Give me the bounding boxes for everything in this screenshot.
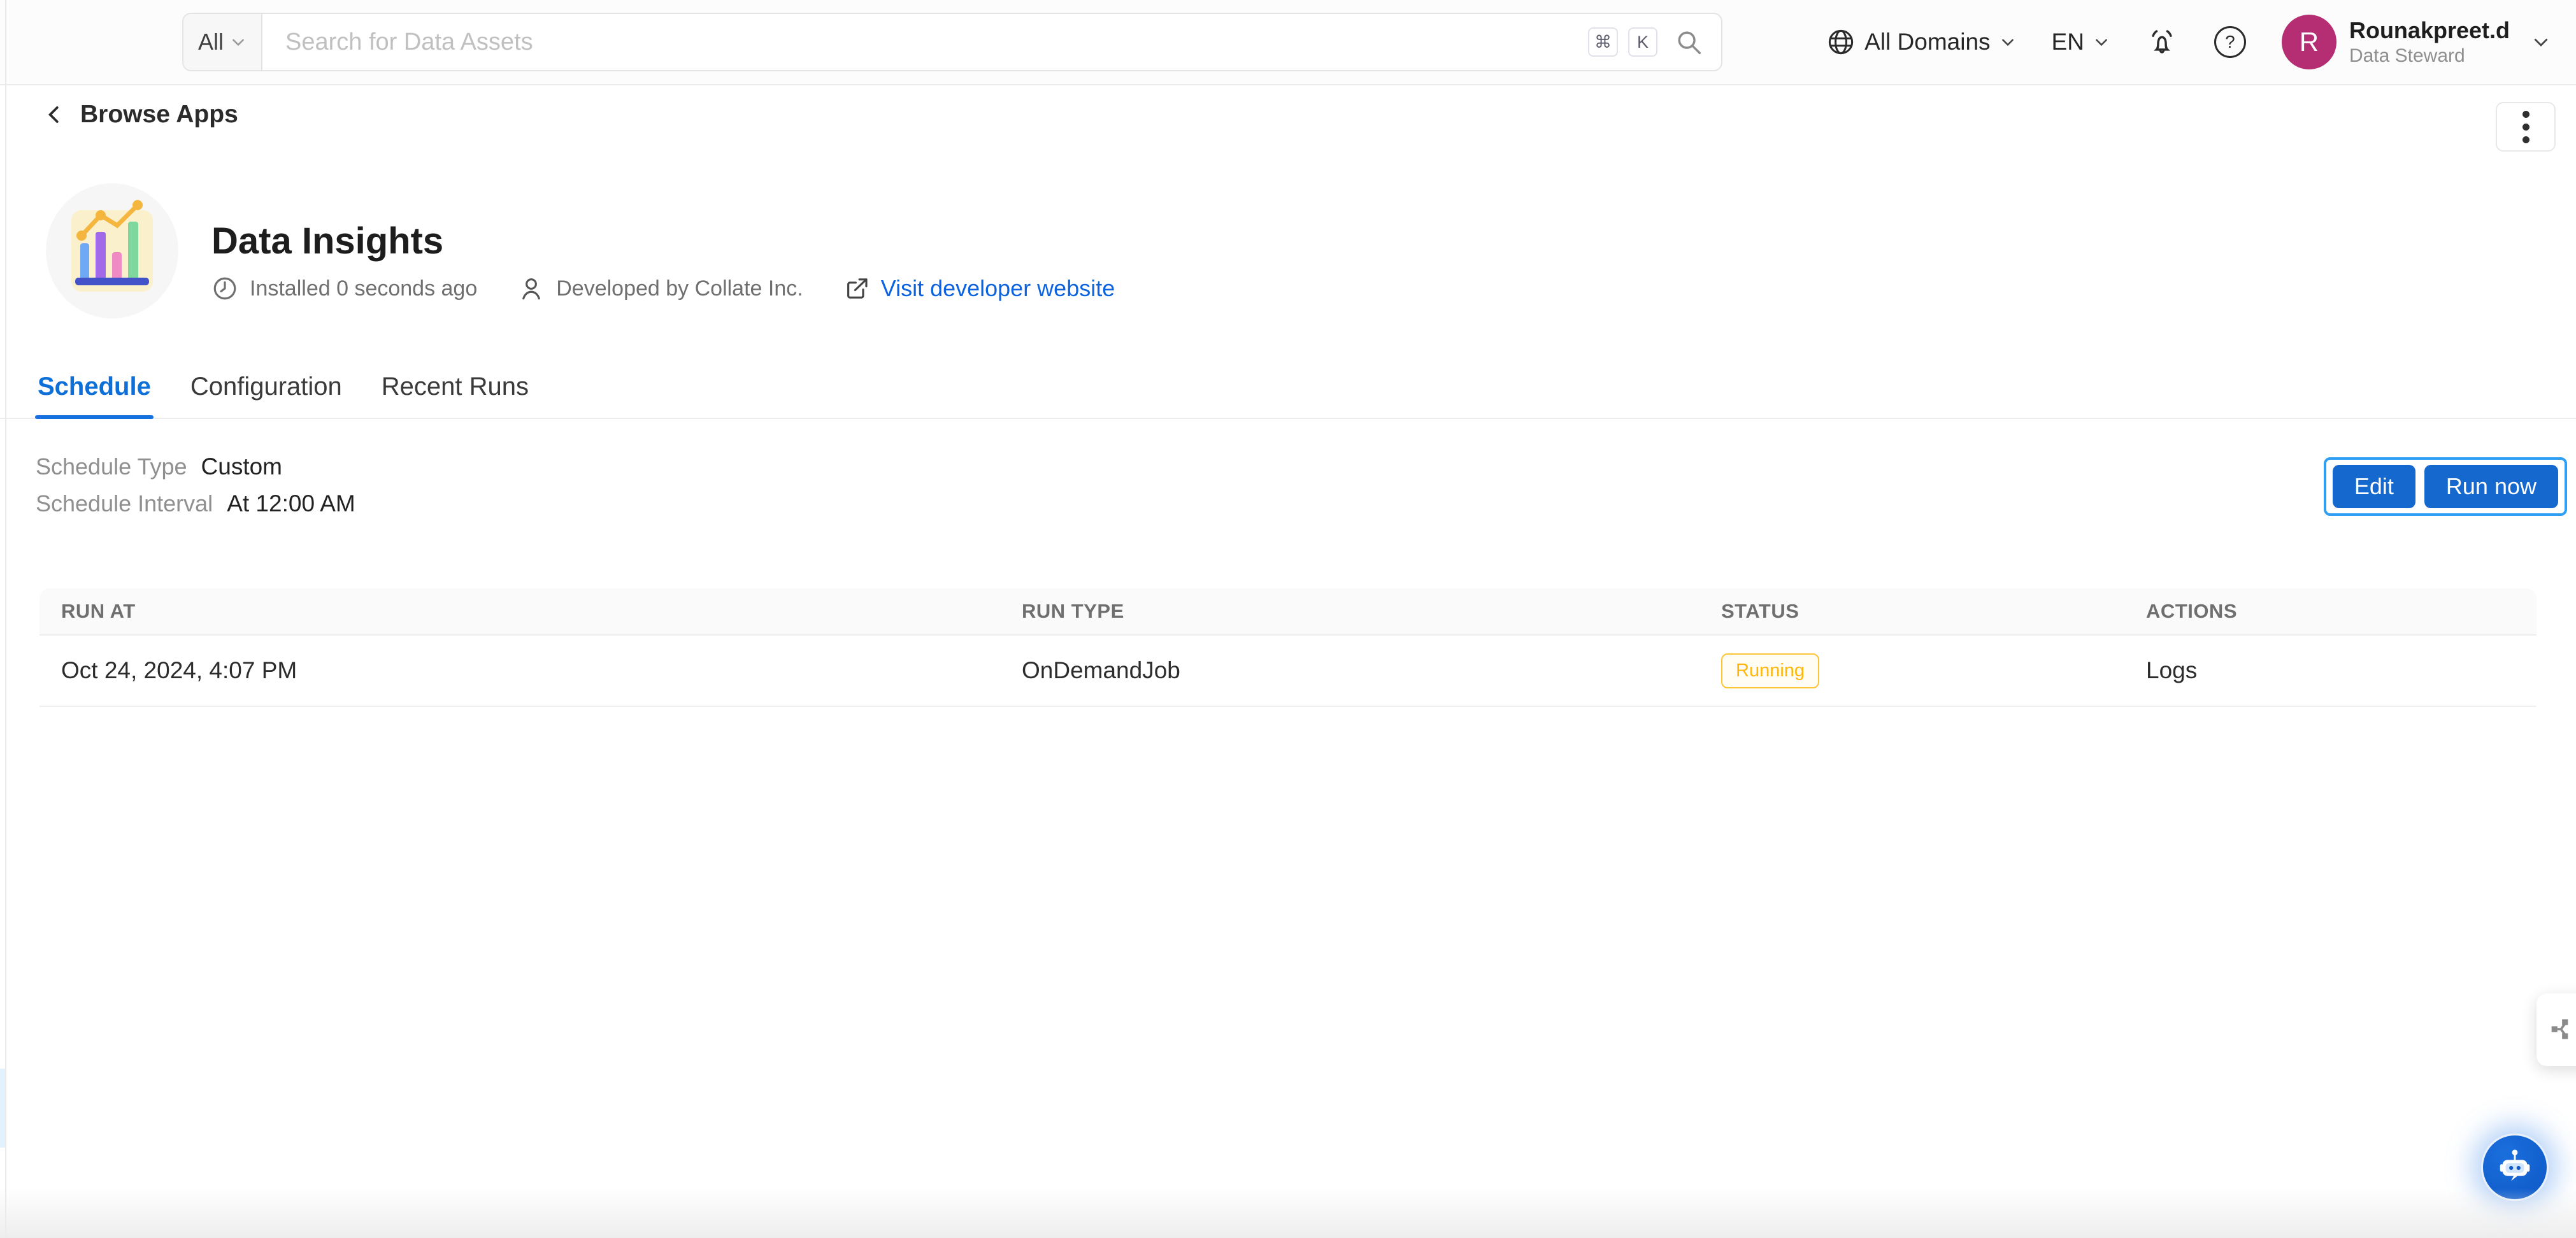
column-actions: ACTIONS	[2124, 600, 2537, 623]
schedule-actions: Edit Run now	[2324, 457, 2567, 516]
language-label: EN	[2052, 29, 2084, 55]
page-title: Data Insights	[211, 220, 443, 262]
external-link-icon	[844, 276, 869, 301]
search-filter-dropdown[interactable]: All	[183, 14, 262, 70]
developer-info: Developed by Collate Inc.	[518, 275, 803, 302]
schedule-interval-value: At 12:00 AM	[227, 490, 355, 517]
logs-link[interactable]: Logs	[2124, 657, 2537, 684]
edge-widget-partial[interactable]	[2537, 993, 2576, 1066]
column-status: STATUS	[1699, 600, 2124, 623]
chevron-down-icon	[230, 34, 247, 50]
help-button[interactable]: ?	[2214, 26, 2246, 58]
app-icon	[46, 183, 178, 318]
globe-icon	[1826, 27, 1856, 57]
domains-label: All Domains	[1864, 29, 1990, 55]
user-menu[interactable]: R Rounakpreet.d Data Steward	[2282, 15, 2551, 69]
avatar-initial: R	[2300, 27, 2319, 57]
chat-assistant-button[interactable]	[2481, 1134, 2549, 1201]
domains-dropdown[interactable]: All Domains	[1826, 27, 2015, 57]
back-label: Browse Apps	[80, 101, 238, 129]
data-insights-chart-icon	[71, 210, 153, 292]
more-actions-button[interactable]	[2496, 102, 2556, 152]
tab-configuration[interactable]: Configuration	[188, 373, 345, 418]
search-input[interactable]	[262, 14, 1588, 70]
user-role: Data Steward	[2349, 45, 2510, 68]
search-filter-label: All	[198, 29, 224, 55]
table-row: Oct 24, 2024, 4:07 PM OnDemandJob Runnin…	[39, 636, 2537, 707]
diagram-icon	[2549, 1016, 2576, 1044]
column-run-at: RUN AT	[39, 600, 1000, 623]
run-at-cell: Oct 24, 2024, 4:07 PM	[39, 657, 1000, 684]
schedule-interval-label: Schedule Interval	[36, 490, 213, 517]
cmd-key-badge: ⌘	[1588, 27, 1618, 57]
clock-icon	[211, 275, 238, 302]
chevron-down-icon	[2093, 34, 2110, 50]
chevron-down-icon	[2000, 34, 2016, 50]
run-type-cell: OnDemandJob	[1000, 657, 1699, 684]
top-navigation-bar: All ⌘ K All Domains EN	[0, 0, 2576, 85]
back-chevron-icon	[42, 103, 66, 127]
global-search: All ⌘ K	[182, 13, 1722, 71]
window-left-border	[5, 0, 6, 1238]
bell-icon	[2145, 25, 2179, 59]
edit-button[interactable]: Edit	[2333, 465, 2415, 508]
status-cell: Running	[1699, 653, 2124, 688]
language-dropdown[interactable]: EN	[2052, 29, 2110, 55]
schedule-summary: Schedule Type Custom Schedule Interval A…	[36, 453, 355, 527]
schedule-type-label: Schedule Type	[36, 453, 187, 480]
user-name: Rounakpreet.d	[2349, 17, 2510, 44]
installed-info: Installed 0 seconds ago	[211, 275, 477, 302]
chevron-down-icon	[2531, 32, 2551, 52]
table-header-row: RUN AT RUN TYPE STATUS ACTIONS	[39, 588, 2537, 636]
installed-text: Installed 0 seconds ago	[250, 276, 477, 301]
developer-text: Developed by Collate Inc.	[556, 276, 803, 301]
status-badge: Running	[1721, 653, 1819, 688]
bottom-gradient	[0, 1188, 2576, 1238]
recent-runs-table: RUN AT RUN TYPE STATUS ACTIONS Oct 24, 2…	[39, 588, 2537, 707]
search-icon[interactable]	[1674, 27, 1703, 57]
tab-schedule[interactable]: Schedule	[35, 373, 154, 418]
robot-icon	[2495, 1148, 2535, 1187]
k-key-badge: K	[1628, 27, 1657, 57]
app-tabs: Schedule Configuration Recent Runs	[0, 364, 2576, 419]
developer-website-link[interactable]: Visit developer website	[844, 275, 1115, 302]
notifications-button[interactable]	[2145, 25, 2179, 59]
column-run-type: RUN TYPE	[1000, 600, 1699, 623]
schedule-type-value: Custom	[201, 453, 282, 480]
browse-apps-back[interactable]: Browse Apps	[42, 101, 238, 129]
help-icon: ?	[2214, 26, 2246, 58]
tab-recent-runs[interactable]: Recent Runs	[379, 373, 531, 418]
run-now-button[interactable]: Run now	[2424, 465, 2558, 508]
avatar: R	[2282, 15, 2336, 69]
website-link-label: Visit developer website	[881, 275, 1115, 302]
person-icon	[518, 275, 545, 302]
kebab-icon	[2522, 111, 2529, 118]
